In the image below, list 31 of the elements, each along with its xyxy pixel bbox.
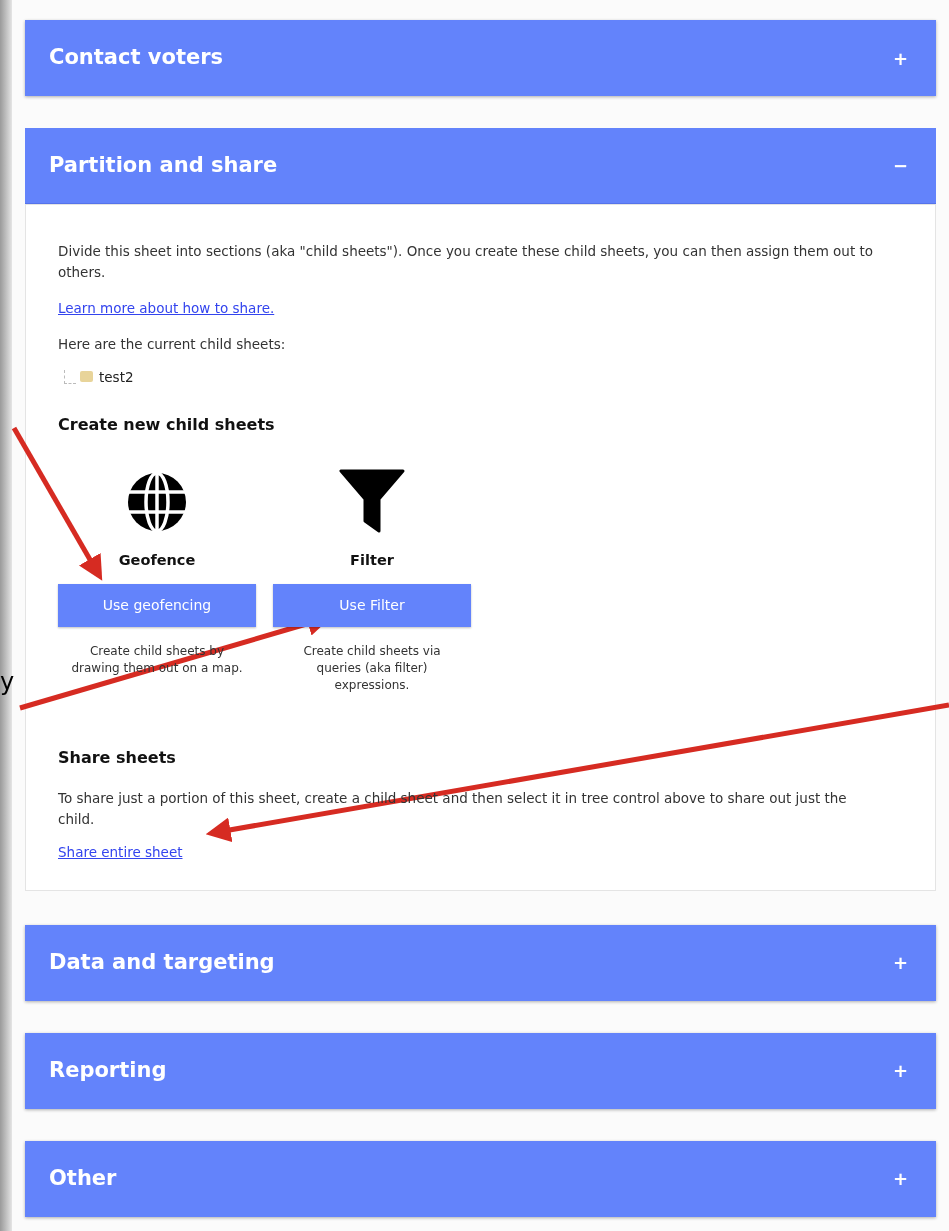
option-title: Filter [350, 550, 394, 570]
learn-more-link[interactable]: Learn more about how to share. [58, 298, 275, 319]
option-description: Create child sheets via queries (aka filter) expressions. [302, 642, 442, 694]
section-heading: Create new child sheets [58, 413, 276, 436]
tree-connector-icon [64, 369, 76, 384]
section-header[interactable]: Data and targeting + [25, 924, 936, 1001]
share-link[interactable]: Share entire sheet [58, 841, 183, 862]
section-title: Other [49, 1165, 117, 1192]
funnel-icon [339, 468, 405, 535]
section-header[interactable]: Contact voters + [25, 20, 936, 96]
option-button[interactable]: Use geofencing [58, 583, 256, 627]
section-header[interactable]: Partition and share − [25, 128, 936, 204]
text-fragment: y [0, 670, 15, 694]
section-header[interactable]: Reporting + [25, 1032, 936, 1109]
section-header[interactable]: Other + [25, 1140, 936, 1217]
section-heading: Share sheets [58, 746, 177, 769]
option-button[interactable]: Use Filter [273, 583, 471, 627]
toggle-icon[interactable]: + [892, 949, 912, 977]
section-title: Partition and share [49, 151, 278, 179]
toggle-icon[interactable]: − [892, 152, 912, 179]
section-title: Contact voters [49, 44, 224, 72]
toggle-icon[interactable]: + [892, 44, 912, 72]
tree-item[interactable]: test2 [99, 366, 134, 387]
toggle-icon[interactable]: + [892, 1057, 912, 1085]
folder-icon [80, 371, 93, 383]
description-text: Divide this sheet into sections (aka "child sheets"). Once you create these child sheets, you can then assign them out to others. [58, 242, 875, 282]
section-title: Reporting [49, 1057, 167, 1084]
toggle-icon[interactable]: + [892, 1165, 912, 1193]
section-title: Data and targeting [49, 949, 275, 976]
tree-label: Here are the current child sheets: [58, 335, 287, 355]
option-title: Geofence [118, 550, 196, 570]
